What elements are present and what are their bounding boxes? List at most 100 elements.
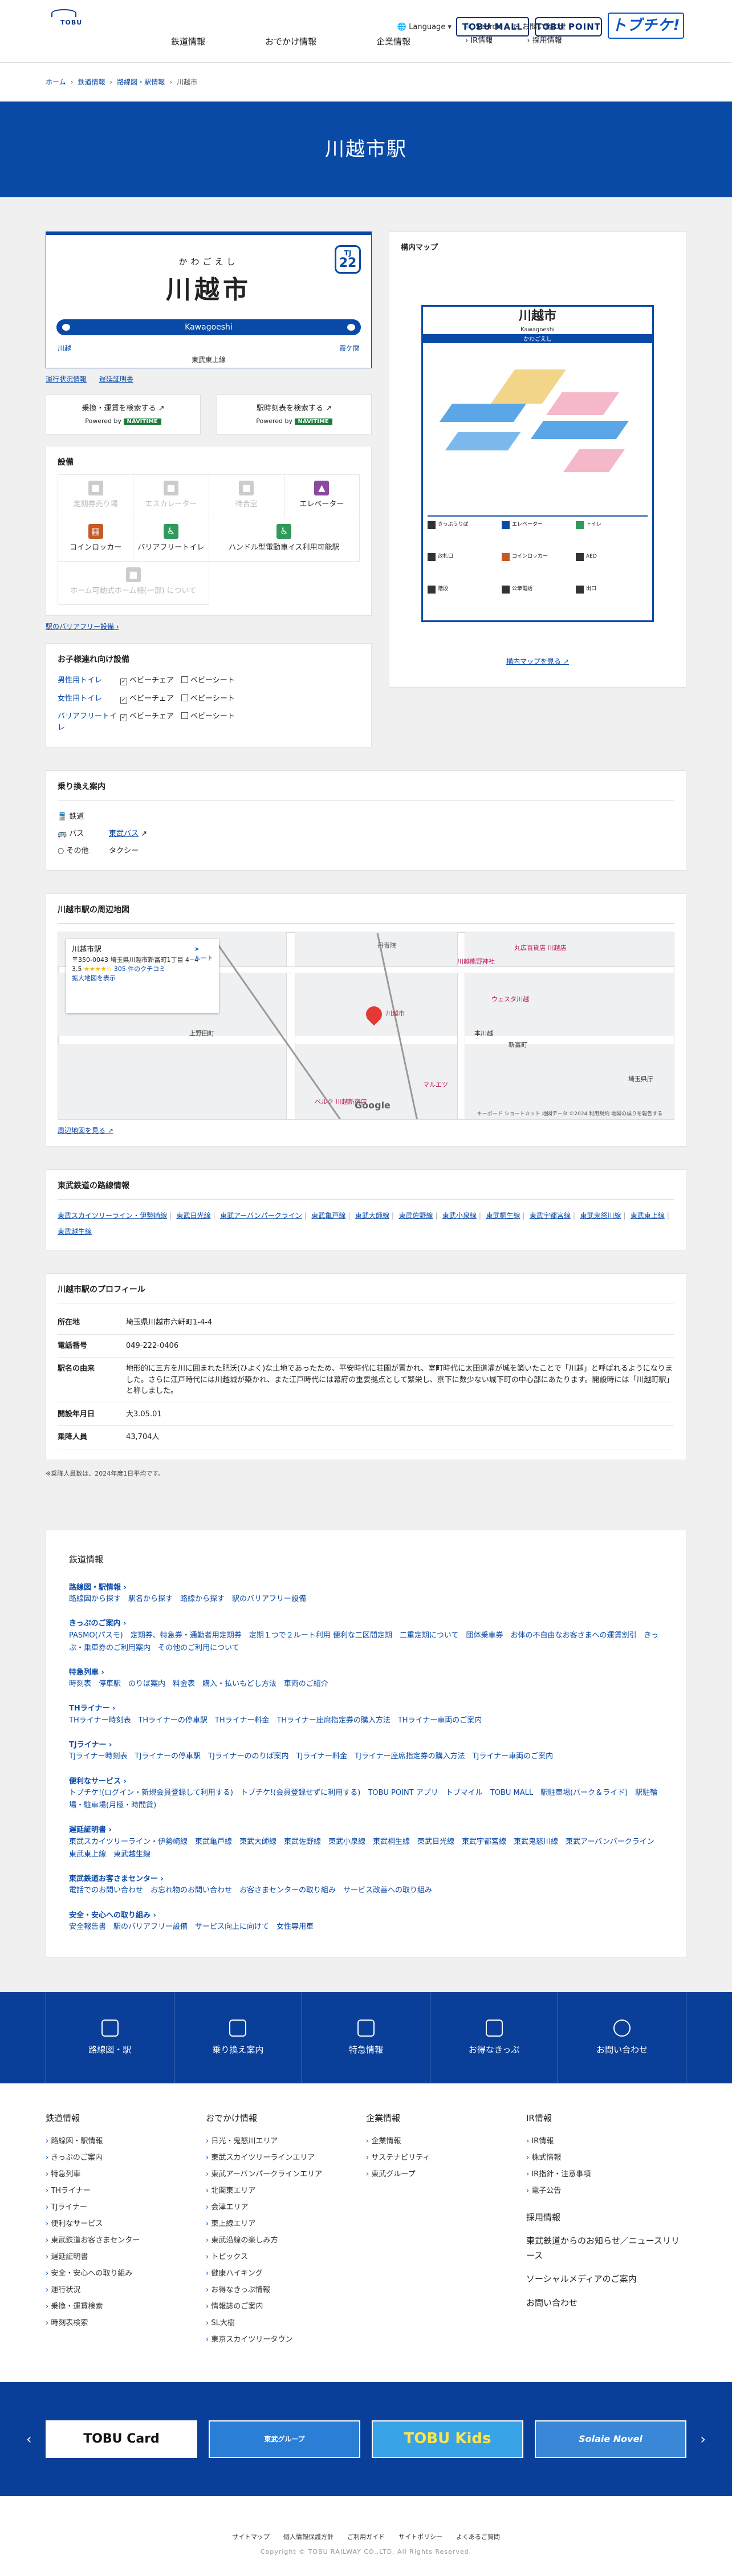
footer-link[interactable]: 東武アーバンパークラインエリア <box>206 2166 366 2183</box>
footer-link[interactable]: 東武グループ <box>366 2166 526 2183</box>
route-link[interactable]: 東武越生線 <box>58 1228 92 1236</box>
carousel-prev-icon[interactable]: ‹ <box>26 2429 32 2449</box>
bottom-nav-contact[interactable]: お問い合わせ <box>558 1992 686 2084</box>
footer-policy-link[interactable]: サイトポリシー <box>398 2533 442 2542</box>
sitemap-heading[interactable]: 東武鉄道お客さまセンター › <box>69 1874 663 1885</box>
nav-railway[interactable]: 鉄道情報 <box>137 35 239 48</box>
footer-link[interactable]: SL大樹 <box>206 2315 366 2331</box>
sitemap-heading[interactable]: 路線図・駅情報 › <box>69 1582 663 1594</box>
footer-link[interactable]: 企業情報 <box>366 2133 526 2150</box>
sitemap-links[interactable]: TJライナー時刻表 TJライナーの停車駅 TJライナーののりば案内 TJライナー… <box>69 1750 663 1763</box>
tobu-point-banner[interactable]: TOBU POINT <box>535 17 602 36</box>
route-link[interactable]: 東武桐生線 <box>486 1212 520 1220</box>
footer-news-link[interactable]: 東武鉄道からのお知らせ／ニュースリリース <box>526 2234 686 2263</box>
route-link[interactable]: 東武鬼怒川線 <box>580 1212 621 1220</box>
nav-recruit[interactable]: › 採用情報 <box>513 35 576 48</box>
enlarge-map-link[interactable]: 拡大地図を表示 <box>72 974 116 982</box>
station-map-link[interactable]: 構内マップを見る ↗ <box>401 656 674 667</box>
footer-link[interactable]: 電子公告 <box>526 2183 686 2199</box>
crumb-station-info[interactable]: 路線図・駅情報 <box>117 77 165 87</box>
footer-link[interactable]: トピックス <box>206 2249 366 2265</box>
footer-link[interactable]: 株式情報 <box>526 2150 686 2166</box>
route-link[interactable]: 東武大師線 <box>355 1212 389 1220</box>
bottom-nav-map[interactable]: 路線図・駅 <box>46 1992 174 2084</box>
footer-faq-link[interactable]: よくあるご質問 <box>456 2533 500 2542</box>
crumb-railway[interactable]: 鉄道情報 <box>78 77 105 87</box>
footer-link[interactable]: 路線図・駅情報 <box>46 2133 206 2150</box>
nav-corporate[interactable]: 企業情報 <box>342 35 445 48</box>
sitemap-links[interactable]: 時刻表 停車駅 のりば案内 料金表 購入・払いもどし方法 車両のご紹介 <box>69 1678 663 1691</box>
footer-link[interactable]: IR情報 <box>526 2133 686 2150</box>
route-button[interactable]: ➤ ルート <box>194 945 213 963</box>
sitemap-heading[interactable]: TJライナー › <box>69 1740 663 1751</box>
footer-recruit-link[interactable]: 採用情報 <box>526 2211 686 2225</box>
sitemap-heading[interactable]: きっぷのご案内 › <box>69 1618 663 1630</box>
footer-link[interactable]: IR指針・注意事項 <box>526 2166 686 2183</box>
footer-link[interactable]: お得なきっぷ情報 <box>206 2282 366 2298</box>
footer-link[interactable]: 時刻表検索 <box>46 2315 206 2331</box>
route-link[interactable]: 東武アーバンパークライン <box>220 1212 302 1220</box>
bottom-nav-express[interactable]: 特急情報 <box>302 1992 430 2084</box>
barrier-free-link[interactable]: 駅のバリアフリー設備 › <box>46 621 372 632</box>
station-map-image[interactable]: 川越市 Kawagoeshi かわごえし きっぷうりば エレベーター トイレ 改札口コ… <box>421 304 654 622</box>
tobuchike-banner[interactable]: トブチケ! <box>608 13 684 39</box>
tobu-mall-banner[interactable]: TOBU MALL <box>456 17 529 36</box>
sitemap-links[interactable]: PASMO(パスモ) 定期券、特急券・通勤者用定期券 定期１つで２ルート利用 便… <box>69 1630 663 1655</box>
footer-link[interactable]: 情報誌のご案内 <box>206 2298 366 2315</box>
language-link[interactable]: 🌐 Language ▾ <box>397 22 452 33</box>
bottom-nav-tickets[interactable]: お得なきっぷ <box>429 1992 558 2084</box>
footer-link[interactable]: 会津エリア <box>206 2199 366 2216</box>
nav-outing[interactable]: おでかけ情報 <box>239 35 342 48</box>
footer-link[interactable]: 東上線エリア <box>206 2216 366 2232</box>
route-link[interactable]: 東武宇都宮線 <box>530 1212 571 1220</box>
footer-link[interactable]: 東武スカイツリーラインエリア <box>206 2150 366 2166</box>
prev-station-link[interactable]: 川越 <box>58 343 71 354</box>
route-link[interactable]: 東武スカイツリーライン・伊勢崎線 <box>58 1212 167 1220</box>
tobu-kids-banner[interactable]: TOBU Kids <box>372 2420 523 2458</box>
footer-link[interactable]: サステナビリティ <box>366 2150 526 2166</box>
group-banner[interactable]: 東武グループ <box>209 2420 360 2458</box>
route-link[interactable]: 東武東上線 <box>631 1212 665 1220</box>
tobu-logo[interactable]: TOBU <box>51 9 92 32</box>
sitemap-heading[interactable]: 安全・安心への取り組み › <box>69 1910 663 1921</box>
sitemap-links[interactable]: THライナー時刻表 THライナーの停車駅 THライナー料金 THライナー座席指定… <box>69 1714 663 1727</box>
tobu-bus-link[interactable]: 東武バス <box>109 830 139 838</box>
crumb-home[interactable]: ホーム <box>46 77 66 87</box>
route-link[interactable]: 東武日光線 <box>177 1212 211 1220</box>
footer-contact-link[interactable]: お問い合わせ <box>526 2296 686 2311</box>
footer-link[interactable]: 東武沿線の楽しみ方 <box>206 2232 366 2249</box>
footer-link[interactable]: 健康ハイキング <box>206 2265 366 2282</box>
area-map-link[interactable]: 周辺地図を見る ↗ <box>58 1126 674 1136</box>
footer-sitemap-link[interactable]: サイトマップ <box>232 2533 270 2542</box>
route-link[interactable]: 東武亀戸線 <box>311 1212 345 1220</box>
footer-privacy-link[interactable]: 個人情報保護方針 <box>283 2533 334 2542</box>
footer-link[interactable]: きっぷのご案内 <box>46 2150 206 2166</box>
footer-link[interactable]: 東京スカイツリータウン <box>206 2331 366 2348</box>
operation-status-link[interactable]: 運行状況情報 <box>46 374 87 384</box>
sitemap-heading[interactable]: 便利なサービス › <box>69 1776 663 1787</box>
sitemap-links[interactable]: トブチケ!(ログイン・新規会員登録して利用する) トブチケ!(会員登録せずに利用… <box>69 1787 663 1812</box>
sitemap-links[interactable]: 安全報告書 駅のバリアフリー設備 サービス向上に向けて 女性専用車 <box>69 1921 663 1933</box>
timetable-search-button[interactable]: 駅時刻表を検索する ↗ Powered by NAVITIME <box>217 395 372 434</box>
sitemap-heading[interactable]: 特急列車 › <box>69 1667 663 1679</box>
sitemap-heading[interactable]: THライナー › <box>69 1703 663 1714</box>
route-link[interactable]: 東武佐野線 <box>398 1212 433 1220</box>
google-map[interactable]: 川越市駅 〒350-0043 埼玉県川越市新富町1丁目 4−4 3.5 ★★★★☆… <box>58 932 674 1120</box>
carousel-next-icon[interactable]: › <box>700 2429 706 2449</box>
footer-link[interactable]: 運行状況 <box>46 2282 206 2298</box>
footer-link[interactable]: 東武鉄道お客さまセンター <box>46 2232 206 2249</box>
tobu-card-banner[interactable]: TOBU Card <box>46 2420 197 2458</box>
sitemap-links[interactable]: 電話でのお問い合わせ お忘れ物のお問い合わせ お客さまセンターの取り組み サービ… <box>69 1884 663 1897</box>
sitemap-heading[interactable]: 遅延証明書 › <box>69 1825 663 1836</box>
footer-link[interactable]: 便利なサービス <box>46 2216 206 2232</box>
footer-link[interactable]: 乗換・運賃検索 <box>46 2298 206 2315</box>
bottom-nav-transfer[interactable]: 乗り換え案内 <box>173 1992 302 2084</box>
sitemap-links[interactable]: 東武スカイツリーライン・伊勢崎線 東武亀戸線 東武大師線 東武佐野線 東武小泉線… <box>69 1836 663 1861</box>
footer-link[interactable]: 北関東エリア <box>206 2183 366 2199</box>
footer-link[interactable]: 安全・安心への取り組み <box>46 2265 206 2282</box>
footer-link[interactable]: 遅延証明書 <box>46 2249 206 2265</box>
solaie-banner[interactable]: Solaie Novel <box>535 2420 686 2458</box>
footer-guide-link[interactable]: ご利用ガイド <box>347 2533 385 2542</box>
delay-certificate-link[interactable]: 遅延証明書 <box>99 374 133 384</box>
footer-link[interactable]: THライナー <box>46 2183 206 2199</box>
